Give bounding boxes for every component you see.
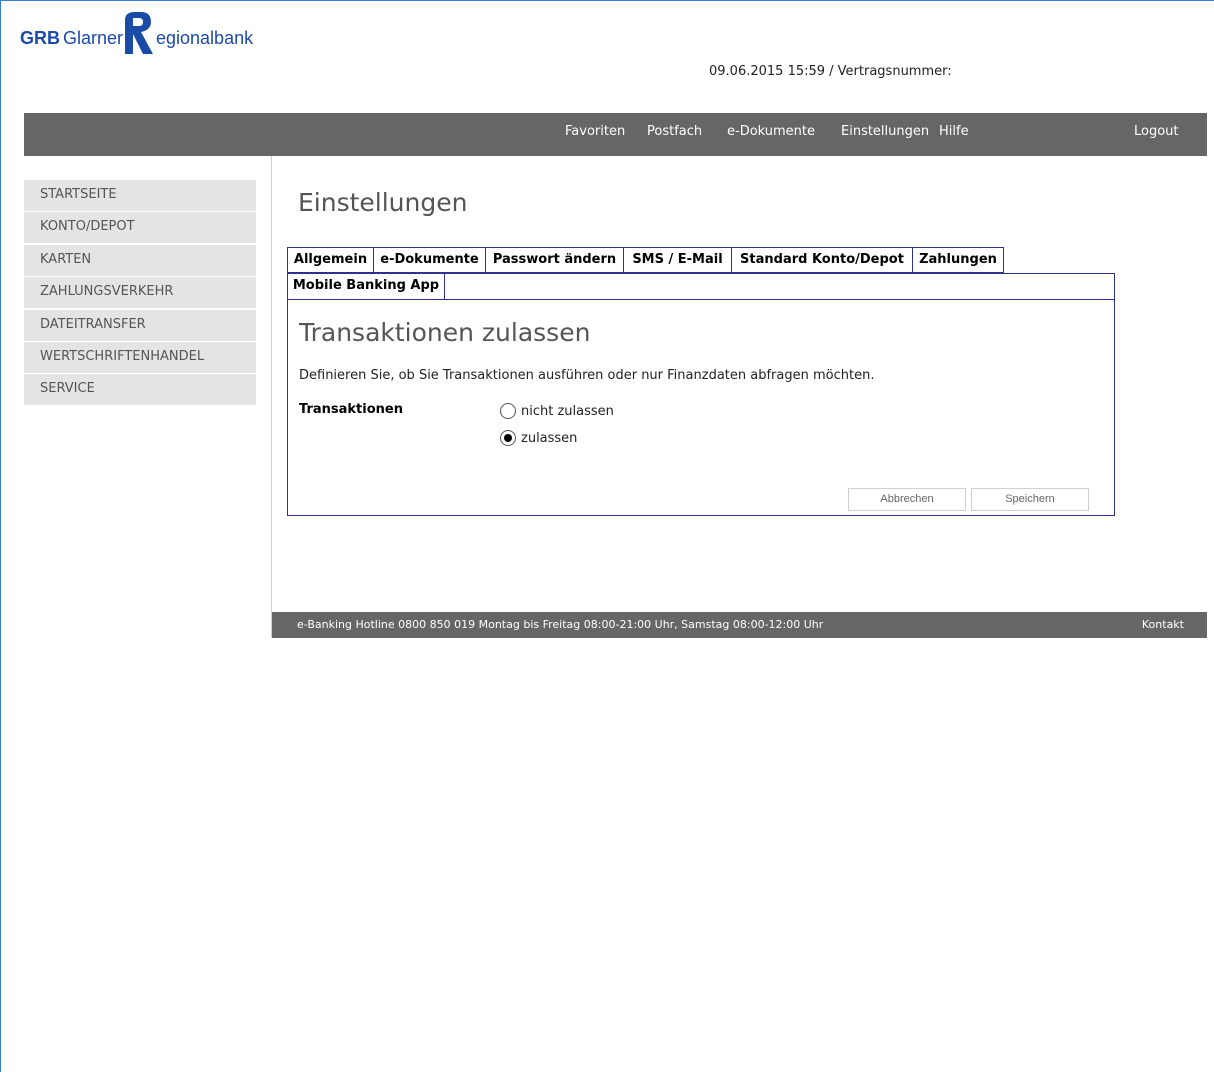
sidebar-item-service[interactable]: SERVICE xyxy=(24,374,256,406)
footer-bar: e-Banking Hotline 0800 850 019 Montag bi… xyxy=(272,612,1207,638)
radio-zulassen[interactable]: zulassen xyxy=(500,430,577,446)
tab-e-dokumente[interactable]: e-Dokumente xyxy=(373,247,485,273)
footer-kontakt-link[interactable]: Kontakt xyxy=(1142,618,1184,631)
bank-logo[interactable]: GRB Glarner egionalbank xyxy=(20,6,280,56)
nav-hilfe[interactable]: Hilfe xyxy=(939,113,969,156)
window-frame-left xyxy=(0,0,1,1072)
logo-grb-text: GRB xyxy=(20,28,60,48)
sidebar-item-dateitransfer[interactable]: DATEITRANSFER xyxy=(24,309,256,341)
sidebar-item-startseite[interactable]: STARTSEITE xyxy=(24,180,256,211)
sidebar-menu: STARTSEITE KONTO/DEPOT KARTEN ZAHLUNGSVE… xyxy=(24,180,256,407)
nav-einstellungen[interactable]: Einstellungen xyxy=(841,113,929,156)
tab-zahlungen[interactable]: Zahlungen xyxy=(912,247,1004,273)
cancel-button[interactable]: Abbrechen xyxy=(848,488,966,511)
nav-e-dokumente[interactable]: e-Dokumente xyxy=(727,113,815,156)
transaktionen-label: Transaktionen xyxy=(299,402,403,417)
logo-regionalbank-text: egionalbank xyxy=(156,28,254,48)
window-frame-top xyxy=(0,0,1214,1)
logo-r-icon xyxy=(125,12,153,54)
logo-glarner-text: Glarner xyxy=(63,28,124,48)
date-contract-info: 09.06.2015 15:59 / Vertragsnummer: xyxy=(709,64,952,79)
sidebar-item-zahlungsverkehr[interactable]: ZAHLUNGSVERKEHR xyxy=(24,277,256,309)
settings-panel: Transaktionen zulassen Definieren Sie, o… xyxy=(287,299,1115,516)
logout-link[interactable]: Logout xyxy=(1134,113,1179,156)
radio-label-zulassen: zulassen xyxy=(521,430,578,446)
tab-standard-konto-depot[interactable]: Standard Konto/Depot xyxy=(731,247,912,273)
sidebar-item-karten[interactable]: KARTEN xyxy=(24,244,256,276)
radio-label-nicht-zulassen: nicht zulassen xyxy=(521,403,614,419)
section-description: Definieren Sie, ob Sie Transaktionen aus… xyxy=(299,368,875,383)
sidebar-item-wertschriftenhandel[interactable]: WERTSCHRIFTENHANDEL xyxy=(24,341,256,373)
top-navigation: Favoriten Postfach e-Dokumente Einstellu… xyxy=(24,113,1207,156)
sidebar-item-konto-depot[interactable]: KONTO/DEPOT xyxy=(24,212,256,244)
settings-tabs-row2: Mobile Banking App xyxy=(287,273,445,299)
tab-allgemein[interactable]: Allgemein xyxy=(287,247,373,273)
radio-nicht-zulassen[interactable]: nicht zulassen xyxy=(500,403,614,419)
radio-checked-icon[interactable] xyxy=(500,430,516,446)
tab-row-border xyxy=(445,273,1115,299)
settings-tabs-row1: Allgemein e-Dokumente Passwort ändern SM… xyxy=(287,247,1004,273)
content-divider xyxy=(271,156,272,638)
tab-mobile-banking-app[interactable]: Mobile Banking App xyxy=(287,273,445,299)
tab-sms-email[interactable]: SMS / E-Mail xyxy=(623,247,731,273)
section-title: Transaktionen zulassen xyxy=(299,318,591,347)
page-title: Einstellungen xyxy=(298,188,468,217)
radio-unchecked-icon[interactable] xyxy=(500,403,516,419)
nav-postfach[interactable]: Postfach xyxy=(647,113,702,156)
save-button[interactable]: Speichern xyxy=(971,488,1089,511)
footer-hotline-text: e-Banking Hotline 0800 850 019 Montag bi… xyxy=(297,618,824,631)
tab-passwort-aendern[interactable]: Passwort ändern xyxy=(485,247,623,273)
nav-favoriten[interactable]: Favoriten xyxy=(565,113,625,156)
